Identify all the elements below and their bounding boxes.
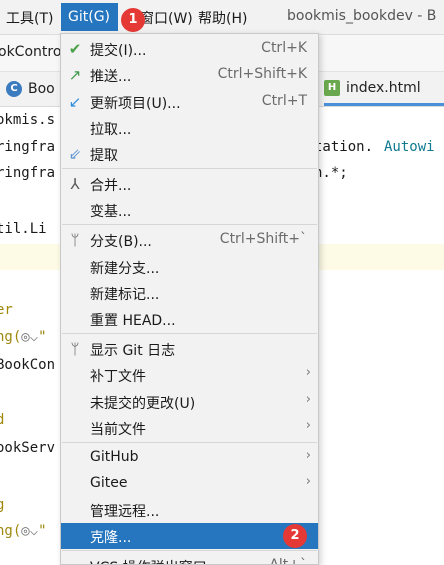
menu-item-rebase[interactable]: 变基... — [61, 197, 318, 223]
tab-label: Boo — [28, 81, 55, 97]
menu-item-fetch[interactable]: ⇙ 提取 — [61, 141, 318, 167]
menu-item-github[interactable]: GitHub › — [61, 445, 318, 471]
menu-git[interactable]: Git(G) — [61, 3, 118, 31]
menu-item-current-file[interactable]: 当前文件 › — [61, 415, 318, 441]
menu-item-pull[interactable]: 拉取... — [61, 115, 318, 141]
code-line: ng(◎⌵" — [0, 523, 47, 539]
menu-item-merge[interactable]: ⅄ 合并... — [61, 171, 318, 197]
menu-item-branches[interactable]: ᛘ 分支(B)... Ctrl+Shift+` — [61, 227, 318, 253]
git-menu-dropdown: ✔ 提交(I)... Ctrl+K ↗ 推送... Ctrl+Shift+K ↙… — [60, 33, 319, 565]
chevron-right-icon: › — [305, 448, 311, 463]
menu-help[interactable]: 帮助(H) — [198, 8, 247, 28]
menu-item-push[interactable]: ↗ 推送... Ctrl+Shift+K — [61, 62, 318, 88]
code-line: ringfra tation. Autowi — [0, 139, 435, 155]
chevron-right-icon: › — [305, 392, 311, 407]
fetch-icon: ⇙ — [68, 145, 82, 163]
chevron-right-icon: › — [305, 365, 311, 380]
code-line: BookCon — [0, 357, 56, 373]
menu-item-clone[interactable]: 克隆... — [61, 523, 318, 549]
menu-window[interactable]: 窗口(W) — [140, 8, 193, 28]
menu-item-reset-head[interactable]: 重置 HEAD... — [61, 306, 318, 332]
git-log-icon: ᛘ — [70, 340, 80, 358]
project-title: bookmis_bookdev - B — [287, 8, 437, 24]
menu-item-new-branch[interactable]: 新建分支... — [61, 254, 318, 280]
code-line: ookServ — [0, 440, 56, 456]
chevron-right-icon: › — [305, 418, 311, 433]
push-arrow-icon: ↗ — [68, 66, 82, 84]
tab-index-html[interactable]: H index.html — [324, 72, 444, 106]
globe-icon: ◎ — [21, 329, 30, 345]
menu-separator — [62, 333, 317, 334]
update-arrow-icon: ↙ — [68, 93, 82, 111]
menu-item-show-git-log[interactable]: ᛘ 显示 Git 日志 — [61, 336, 318, 362]
menu-item-manage-remotes[interactable]: 管理远程... — [61, 497, 318, 523]
menu-separator — [62, 224, 317, 225]
code-line: okmis.s — [0, 112, 56, 128]
merge-icon: ⅄ — [70, 175, 80, 193]
tab-book-controller[interactable]: C Boo — [6, 72, 55, 106]
menu-tools[interactable]: 工具(T) — [6, 8, 53, 28]
globe-icon: ◎ — [21, 523, 30, 539]
menu-separator — [62, 442, 317, 443]
menu-item-new-tag[interactable]: 新建标记... — [61, 280, 318, 306]
breadcrumb-item[interactable]: okContro — [0, 44, 61, 60]
step-badge-2: 2 — [283, 524, 307, 548]
menu-item-gitee[interactable]: Gitee › — [61, 471, 318, 497]
menubar: 工具(T) Git(G) 窗口(W) 帮助(H) bookmis_bookdev… — [0, 0, 444, 35]
menu-separator — [62, 550, 317, 551]
menu-item-uncommitted-changes[interactable]: 未提交的更改(U) › — [61, 389, 318, 415]
check-icon: ✔ — [68, 40, 82, 58]
step-badge-1: 1 — [121, 8, 145, 32]
code-line: ng(◎⌵" — [0, 329, 47, 345]
menu-item-vcs-popup[interactable]: VCS 操作弹出窗口 Alt+` — [61, 553, 318, 564]
code-line: ringfra n.*; — [0, 165, 348, 181]
html-h-icon: H — [324, 79, 340, 96]
branch-icon: ᛘ — [70, 231, 80, 249]
menu-item-update-project[interactable]: ↙ 更新项目(U)... Ctrl+T — [61, 89, 318, 115]
menu-item-patch[interactable]: 补丁文件 › — [61, 362, 318, 388]
tab-label: index.html — [346, 79, 421, 96]
menu-separator — [62, 168, 317, 169]
code-line: d — [0, 412, 5, 428]
code-line: er — [0, 302, 13, 318]
menu-item-commit[interactable]: ✔ 提交(I)... Ctrl+K — [61, 36, 318, 62]
code-line: til.Li — [0, 221, 47, 237]
chevron-right-icon: › — [305, 474, 311, 489]
class-c-icon: C — [6, 81, 22, 97]
code-line: g — [0, 497, 5, 513]
